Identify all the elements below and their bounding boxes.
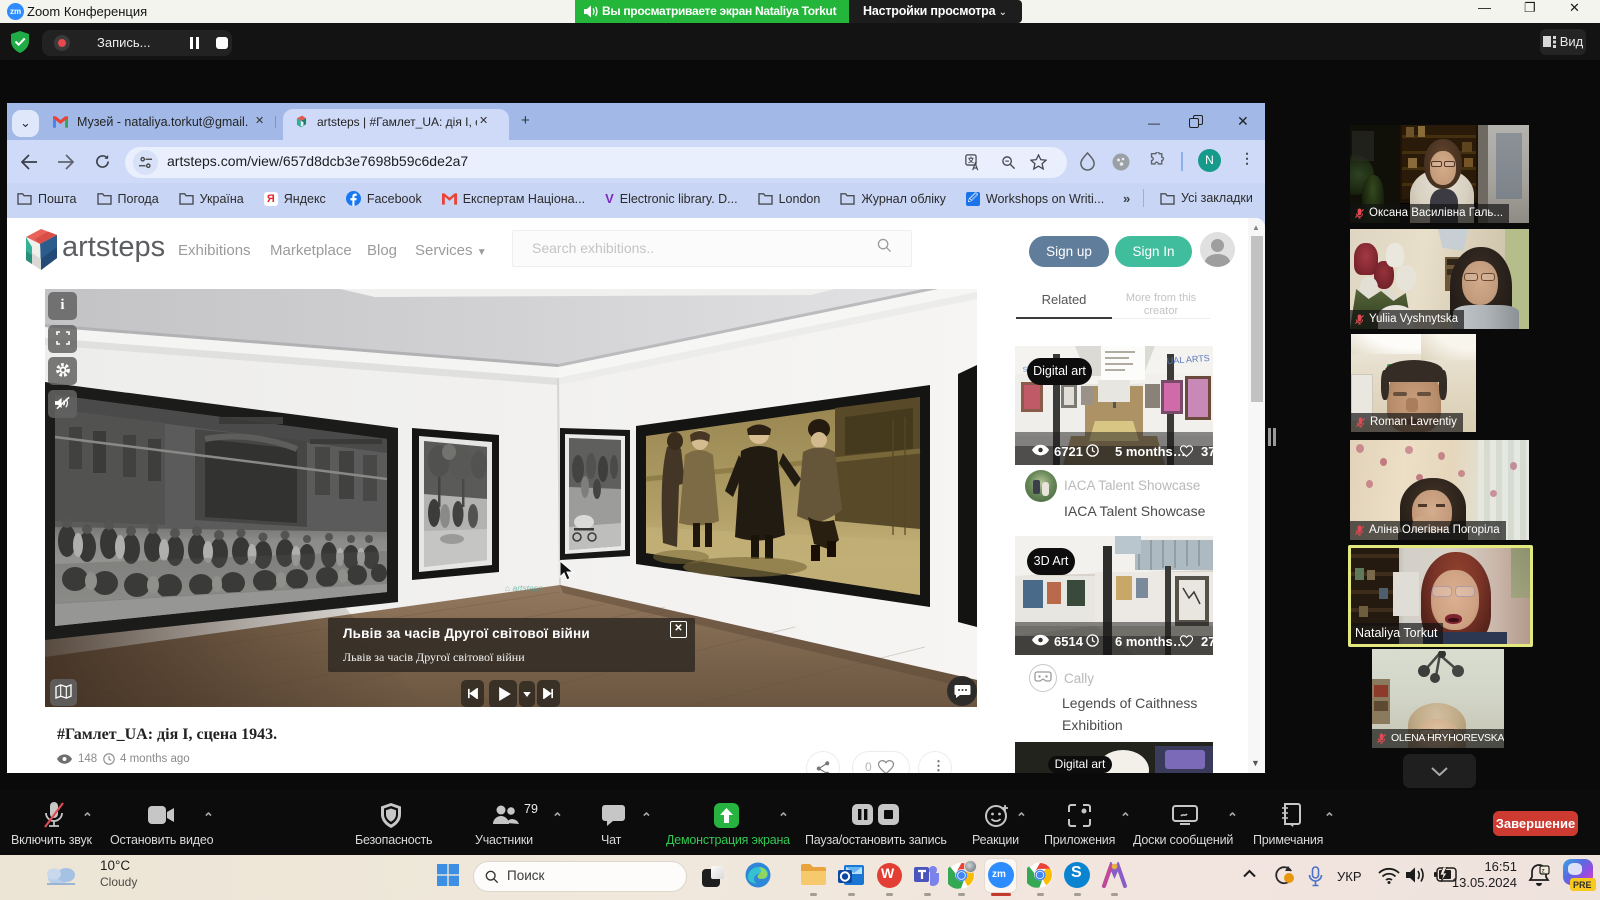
svg-text:⌂ artsteps: ⌂ artsteps [505, 583, 543, 593]
svg-text:z: z [1542, 868, 1545, 875]
